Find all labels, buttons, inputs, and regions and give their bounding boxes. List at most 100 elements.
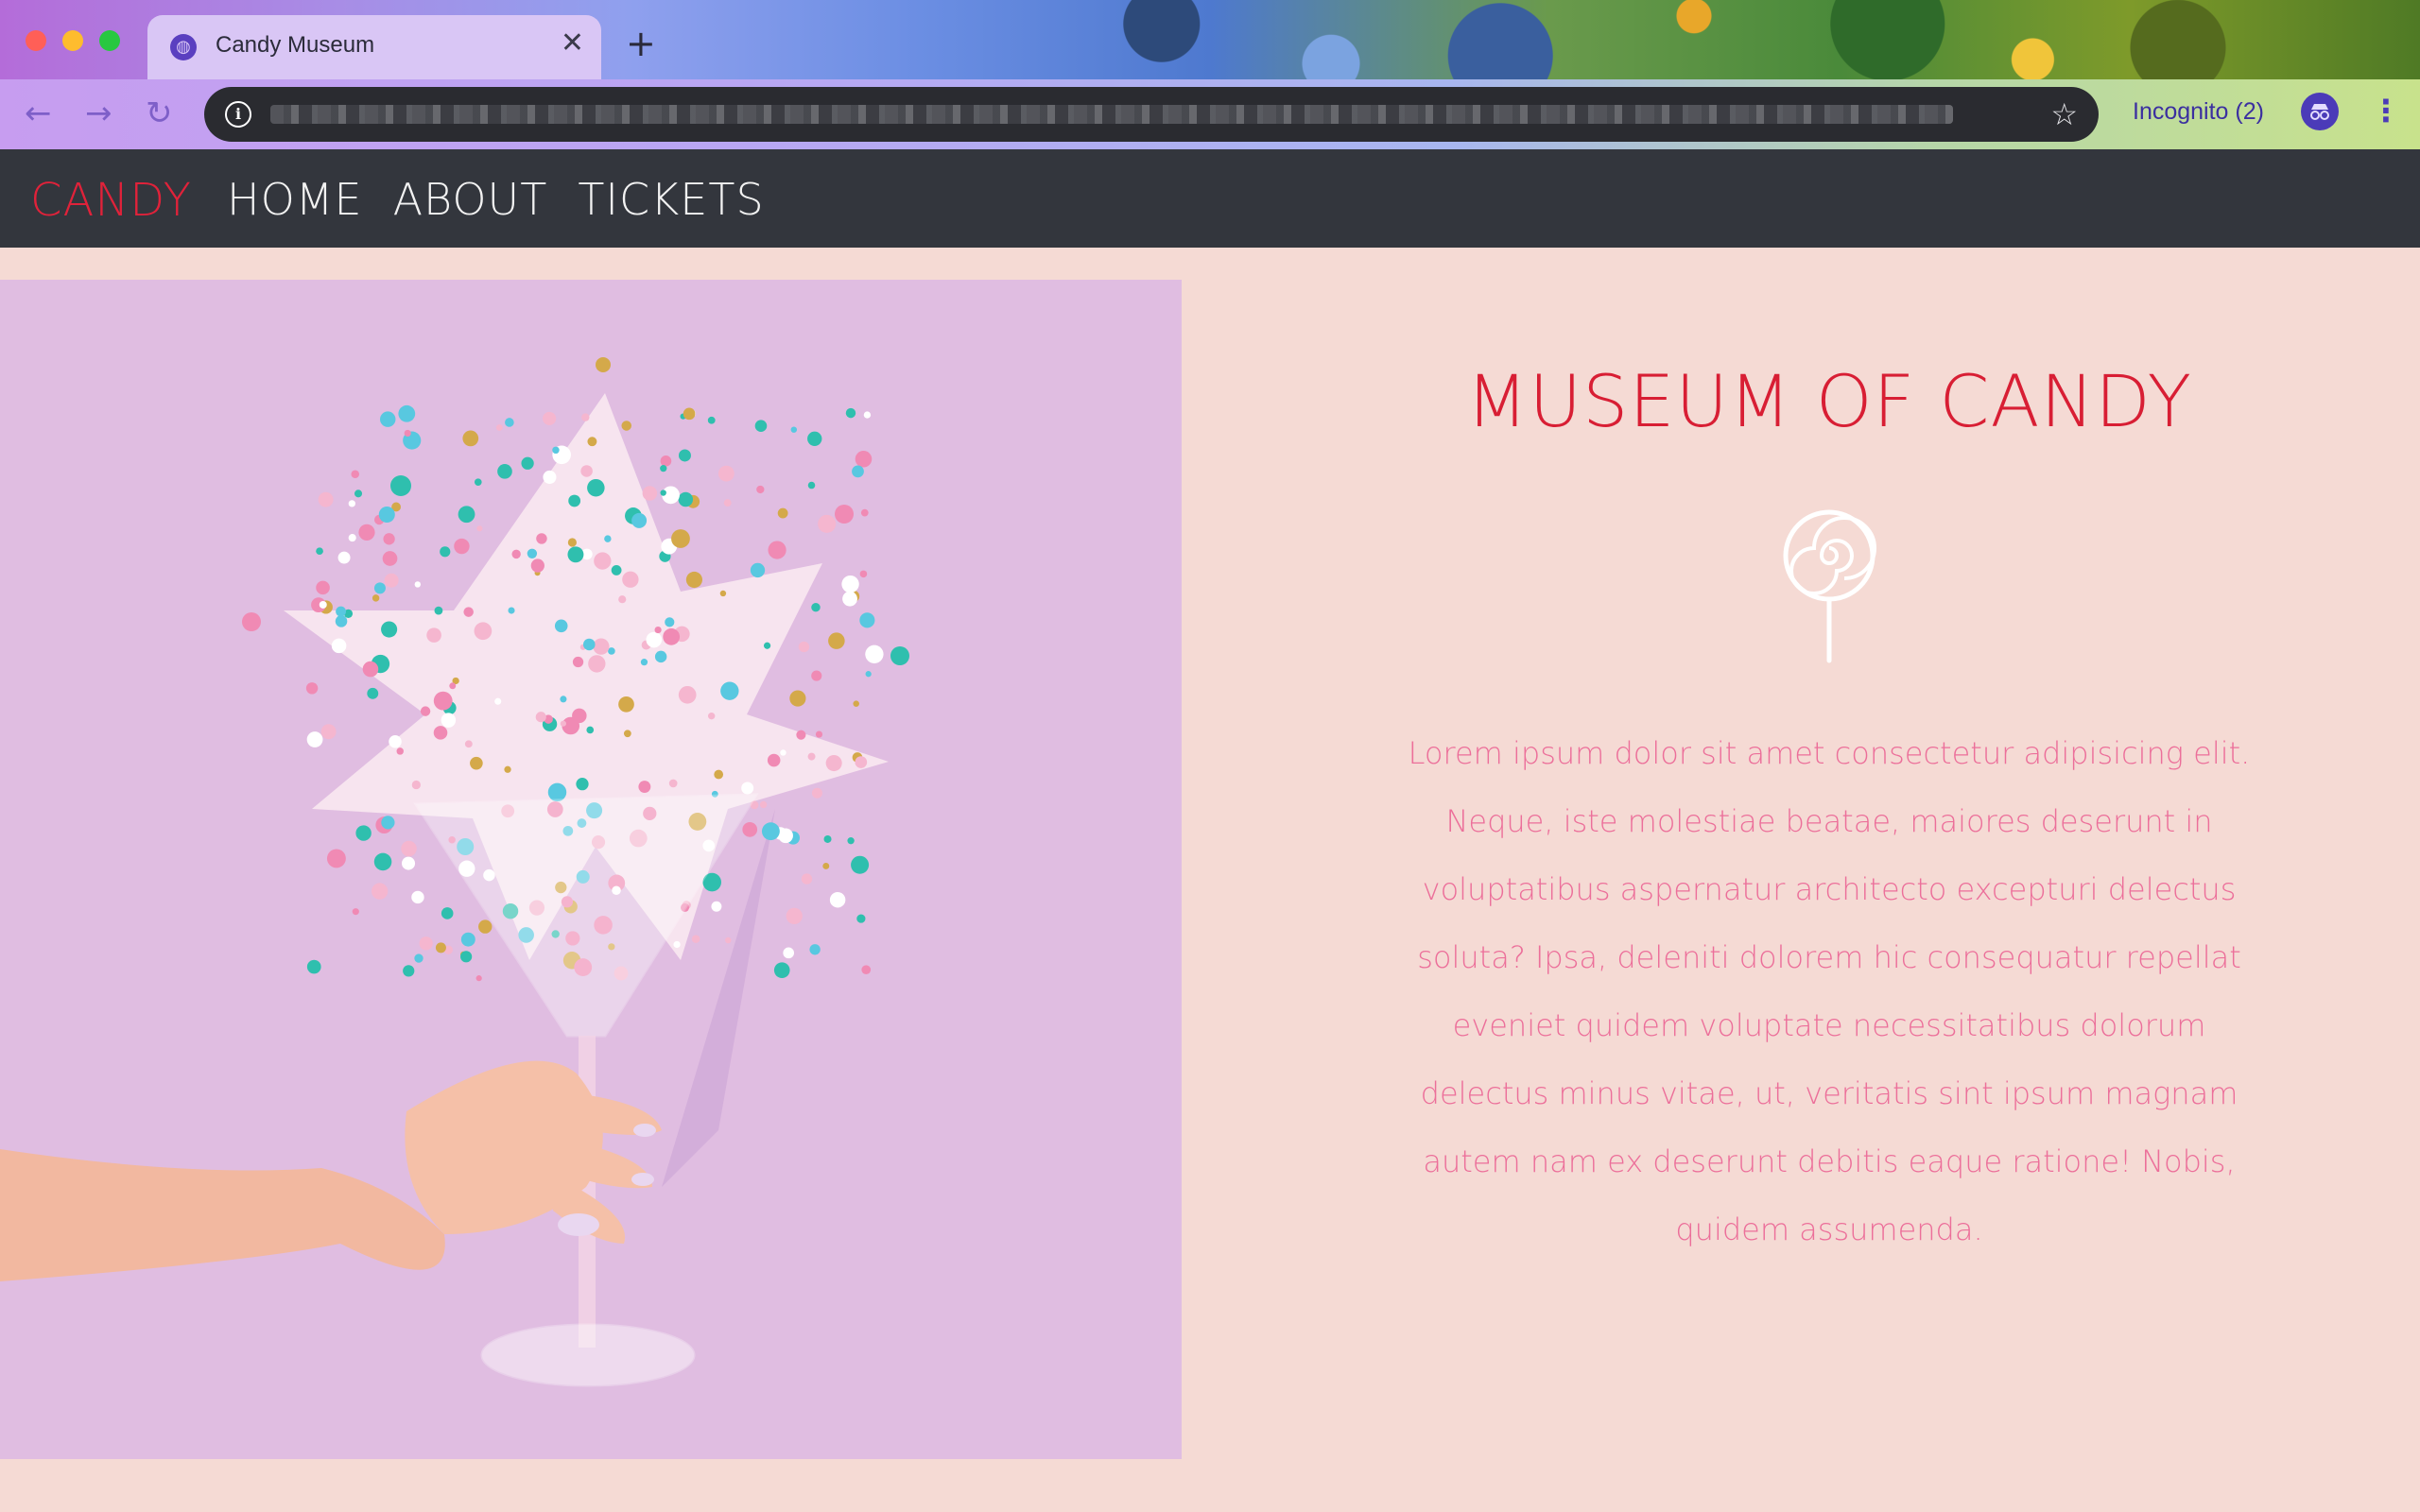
browser-tab-strip: ◍ Candy Museum ✕ +: [0, 0, 2420, 79]
sprinkle-dot: [847, 837, 855, 845]
sprinkle-dot: [474, 622, 493, 641]
site-info-icon[interactable]: i: [225, 101, 251, 128]
sprinkle-dot: [476, 525, 483, 532]
sprinkle-dot: [865, 671, 872, 678]
browser-toolbar: ← → ↻ i ☆ Incognito (2) ⋮: [0, 79, 2420, 149]
sprinkle-dot: [586, 726, 595, 734]
reload-icon[interactable]: ↻: [146, 93, 173, 134]
sprinkle-dot: [560, 696, 567, 703]
sprinkle-dot: [855, 450, 873, 468]
sprinkle-dot: [384, 573, 399, 588]
sprinkle-dot: [403, 965, 415, 977]
sprinkle-dot: [463, 607, 474, 617]
sprinkle-dot: [691, 935, 700, 943]
sprinkle-dot: [389, 734, 402, 748]
tab-title: Candy Museum: [216, 32, 375, 58]
sprinkle-dot: [372, 594, 380, 602]
sprinkle-dot: [404, 429, 411, 438]
sprinkle-dot: [572, 656, 584, 668]
sprinkle-dot: [458, 506, 475, 524]
sprinkle-dot: [750, 562, 766, 578]
sprinkle-dot: [811, 602, 821, 612]
sprinkle-dot: [411, 890, 424, 904]
new-tab-button[interactable]: +: [626, 25, 656, 62]
sprinkle-dot: [454, 538, 470, 555]
sprinkle-dot: [419, 936, 433, 951]
hero-text-block: MUSEUM OF CANDY Lorem ipsum dolor sit am…: [1390, 359, 2269, 1263]
close-window-button[interactable]: [26, 30, 46, 51]
hero-image: [0, 280, 1182, 1459]
sprinkle-dot: [527, 548, 538, 558]
brand-logo-link[interactable]: CANDY: [30, 174, 192, 227]
maximize-window-button[interactable]: [99, 30, 120, 51]
sprinkle-dot: [611, 564, 622, 576]
forward-arrow-icon[interactable]: →: [85, 93, 112, 134]
sprinkle-dot: [646, 631, 663, 648]
sprinkle-dot: [594, 552, 612, 570]
sprinkle-dot: [631, 512, 648, 528]
sprinkle-dot: [790, 426, 798, 433]
sprinkle-dot: [809, 944, 821, 955]
sprinkles-glass-illustration: [0, 357, 909, 1387]
minimize-window-button[interactable]: [62, 30, 83, 51]
sprinkle-dot: [801, 873, 813, 885]
sprinkle-dot: [683, 407, 696, 421]
sprinkle-dot: [714, 769, 724, 780]
sprinkle-dot: [351, 470, 360, 479]
sprinkle-dot: [841, 575, 859, 593]
sprinkle-dot: [623, 730, 631, 738]
address-bar[interactable]: i ☆: [204, 87, 2099, 142]
sprinkle-dot: [464, 740, 473, 748]
sprinkle-dot: [547, 782, 567, 802]
sprinkle-dot: [414, 954, 424, 963]
sprinkle-dot: [494, 697, 502, 705]
sprinkle-dot: [711, 901, 722, 912]
sprinkle-dot: [707, 416, 716, 424]
sprinkle-dot: [796, 730, 806, 740]
sprinkle-dot: [521, 456, 534, 470]
sprinkle-dot: [536, 533, 547, 544]
sprinkle-dot: [828, 632, 845, 649]
sprinkle-dot: [543, 411, 557, 426]
incognito-label[interactable]: Incognito (2): [2133, 98, 2264, 126]
sprinkle-dot: [381, 621, 398, 638]
sprinkle-dot: [859, 570, 868, 578]
incognito-icon[interactable]: [2301, 93, 2339, 130]
sprinkle-dot: [719, 590, 727, 597]
sprinkle-dot: [773, 962, 790, 979]
sprinkle-dot: [348, 534, 356, 542]
sprinkle-dot: [505, 418, 514, 427]
sprinkle-dot: [441, 713, 457, 728]
back-arrow-icon[interactable]: ←: [25, 93, 52, 134]
sprinkle-dot: [823, 834, 832, 843]
nav-link-about[interactable]: ABOUT: [393, 174, 548, 225]
sprinkle-dot: [756, 485, 765, 494]
sprinkle-dot: [767, 753, 781, 767]
sprinkle-dot: [495, 424, 503, 431]
nav-link-home[interactable]: HOME: [227, 174, 363, 225]
browser-tab-active[interactable]: ◍ Candy Museum ✕: [147, 15, 601, 79]
nav-link-tickets[interactable]: TICKETS: [578, 174, 764, 225]
sprinkle-dot: [759, 800, 768, 809]
url-text-redacted: [270, 105, 1953, 124]
sprinkle-dot: [355, 825, 372, 841]
close-tab-icon[interactable]: ✕: [561, 26, 584, 60]
sprinkle-dot: [331, 638, 347, 654]
sprinkle-dot: [552, 446, 560, 455]
sprinkle-dot: [373, 582, 386, 594]
sprinkle-dot: [673, 940, 681, 949]
browser-menu-icon[interactable]: ⋮: [2371, 91, 2401, 130]
sprinkle-dot: [401, 840, 417, 857]
bookmark-star-icon[interactable]: ☆: [2050, 96, 2078, 132]
sprinkle-dot: [396, 747, 404, 755]
sprinkle-dot: [306, 731, 323, 747]
sprinkle-dot: [707, 713, 716, 720]
sprinkle-dot: [511, 549, 521, 559]
sprinkle-dot: [621, 421, 631, 431]
sprinkle-dot: [543, 470, 557, 485]
sprinkle-dot: [398, 404, 416, 422]
sprinkle-dot: [618, 696, 634, 713]
sprinkle-dot: [426, 627, 441, 643]
sprinkle-dot: [581, 413, 590, 421]
sprinkle-dot: [825, 755, 842, 772]
